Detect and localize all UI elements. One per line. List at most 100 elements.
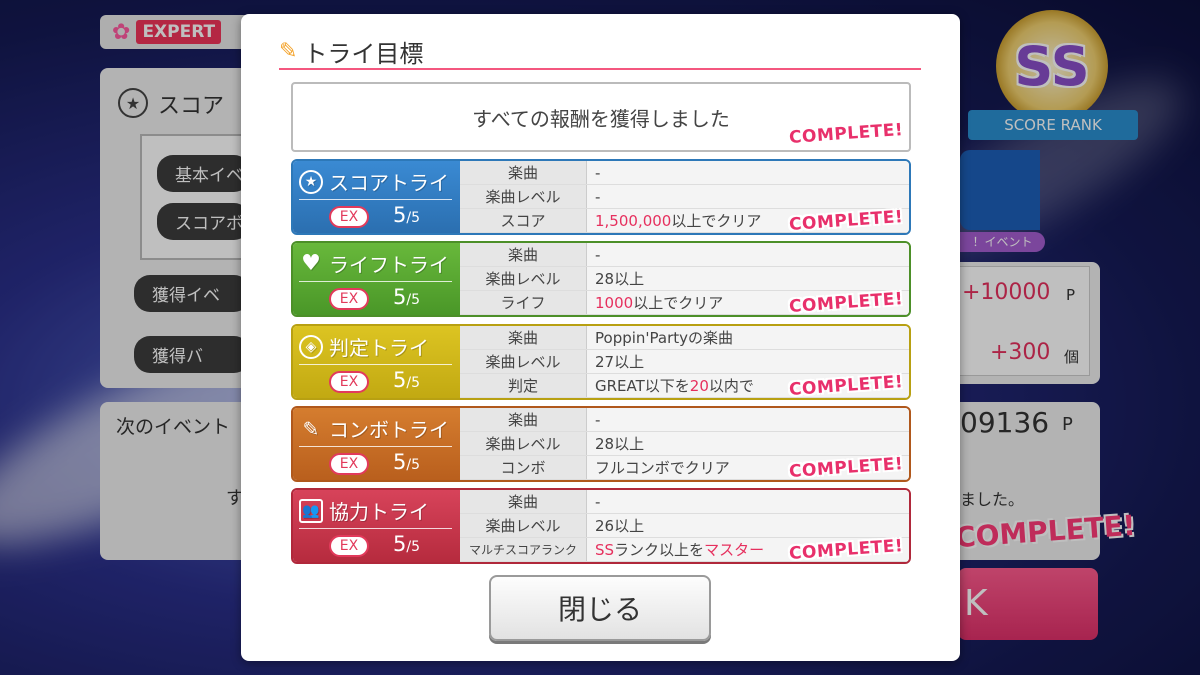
condition-row: 楽曲 -	[460, 161, 909, 185]
condition-value: 26以上	[595, 517, 645, 535]
condition-row: 楽曲 -	[460, 490, 909, 514]
divider	[299, 364, 452, 365]
condition-row: 楽曲 -	[460, 243, 909, 267]
condition-text: 以内で	[708, 377, 754, 395]
progress-count: 5	[393, 532, 407, 556]
try-progress: 5/5	[393, 203, 420, 227]
highlight-value: 1000	[595, 294, 634, 312]
try-name: コンボトライ	[329, 418, 449, 442]
try-goal-dialog: ✎ トライ目標 すべての報酬を獲得しました COMPLETE! ★ スコアトライ …	[241, 14, 960, 661]
condition-row: 楽曲レベル 26以上	[460, 514, 909, 538]
try-name: ライフトライ	[329, 253, 449, 277]
ex-badge: EX	[329, 535, 369, 557]
coop-try-card: 👥 協力トライ EX 5/5 楽曲 - 楽曲レベル 26以上 マルチスコアランク SSラ…	[291, 488, 911, 564]
progress-count: 5	[393, 285, 407, 309]
close-button[interactable]: 閉じる	[489, 575, 711, 641]
all-rewards-text: すべての報酬を獲得しました	[472, 106, 730, 131]
ex-badge: EX	[329, 371, 369, 393]
try-progress: 5/5	[393, 368, 420, 392]
progress-total: /5	[406, 292, 420, 308]
try-conditions: 楽曲 - 楽曲レベル 26以上 マルチスコアランク SSランク以上をマスター COMP…	[460, 490, 909, 562]
condition-key: 楽曲	[460, 161, 587, 184]
highlight-value: SS	[595, 541, 615, 559]
condition-key: 楽曲レベル	[460, 350, 587, 373]
all-rewards-box: すべての報酬を獲得しました COMPLETE!	[291, 82, 911, 152]
condition-text: ランク以上を	[614, 541, 705, 559]
condition-key: 楽曲	[460, 326, 587, 349]
divider	[299, 528, 452, 529]
condition-key: 楽曲レベル	[460, 514, 587, 537]
condition-text: 以上でクリア	[671, 212, 762, 230]
try-card-header: ✎ コンボトライ EX 5/5	[293, 408, 460, 480]
dialog-header: ✎ トライ目標	[279, 34, 921, 70]
progress-total: /5	[406, 375, 420, 391]
condition-text: GREAT以下を	[595, 377, 690, 395]
try-name: 協力トライ	[329, 500, 429, 524]
diamond-target-icon: ◈	[299, 334, 323, 359]
condition-value: -	[595, 246, 601, 264]
judge-try-card: ◈ 判定トライ EX 5/5 楽曲 Poppin'Partyの楽曲 楽曲レベル 27以…	[291, 324, 911, 400]
condition-key: スコア	[460, 209, 587, 232]
condition-key: ライフ	[460, 291, 587, 314]
try-conditions: 楽曲 - 楽曲レベル 28以上 ライフ 1000以上でクリア COMPLETE!	[460, 243, 909, 315]
condition-key: 楽曲	[460, 408, 587, 431]
try-name: 判定トライ	[329, 336, 429, 360]
condition-key: 楽曲レベル	[460, 185, 587, 208]
try-name: スコアトライ	[329, 171, 449, 195]
combo-try-card: ✎ コンボトライ EX 5/5 楽曲 - 楽曲レベル 28以上 コンボ フルコンボでクリ…	[291, 406, 911, 482]
condition-value: -	[595, 493, 601, 511]
try-conditions: 楽曲 - 楽曲レベル - スコア 1,500,000以上でクリア COMPLETE!	[460, 161, 909, 233]
condition-value: 28以上	[595, 435, 645, 453]
try-conditions: 楽曲 - 楽曲レベル 28以上 コンボ フルコンボでクリア COMPLETE!	[460, 408, 909, 480]
condition-row: 楽曲レベル 28以上	[460, 267, 909, 291]
condition-key: 楽曲	[460, 243, 587, 266]
try-card-header: ♥ ライフトライ EX 5/5	[293, 243, 460, 315]
condition-key: 楽曲レベル	[460, 432, 587, 455]
condition-row: 楽曲 Poppin'Partyの楽曲	[460, 326, 909, 350]
try-card-header: 👥 協力トライ EX 5/5	[293, 490, 460, 562]
pen-icon: ✎	[279, 38, 298, 64]
condition-value: Poppin'Partyの楽曲	[595, 329, 734, 347]
ex-badge: EX	[329, 206, 369, 228]
condition-key: 楽曲	[460, 490, 587, 513]
try-progress: 5/5	[393, 450, 420, 474]
divider	[299, 199, 452, 200]
highlight-value: 20	[689, 377, 709, 395]
condition-value: 28以上	[595, 270, 645, 288]
try-progress: 5/5	[393, 532, 420, 556]
condition-row: 楽曲レベル 27以上	[460, 350, 909, 374]
condition-row: 楽曲 -	[460, 408, 909, 432]
condition-key: 楽曲レベル	[460, 267, 587, 290]
condition-value: -	[595, 188, 601, 206]
star-icon: ★	[299, 169, 323, 194]
highlight-value: 1,500,000	[595, 212, 672, 230]
divider	[299, 446, 452, 447]
divider	[299, 281, 452, 282]
score-try-card: ★ スコアトライ EX 5/5 楽曲 - 楽曲レベル - スコア 1,500,000以上…	[291, 159, 911, 235]
dialog-title: トライ目標	[303, 39, 424, 68]
condition-key: コンボ	[460, 456, 587, 479]
progress-total: /5	[406, 457, 420, 473]
try-card-header: ★ スコアトライ EX 5/5	[293, 161, 460, 233]
progress-total: /5	[406, 539, 420, 555]
condition-row: 楽曲レベル -	[460, 185, 909, 209]
progress-total: /5	[406, 210, 420, 226]
try-conditions: 楽曲 Poppin'Partyの楽曲 楽曲レベル 27以上 判定 GREAT以下を20…	[460, 326, 909, 398]
heart-icon: ♥	[301, 251, 321, 276]
ex-badge: EX	[329, 288, 369, 310]
highlight-value: マスター	[704, 541, 765, 559]
life-try-card: ♥ ライフトライ EX 5/5 楽曲 - 楽曲レベル 28以上 ライフ 1000以上でク…	[291, 241, 911, 317]
condition-value: 27以上	[595, 353, 645, 371]
try-progress: 5/5	[393, 285, 420, 309]
condition-row: 楽曲レベル 28以上	[460, 432, 909, 456]
progress-count: 5	[393, 203, 407, 227]
condition-value: -	[595, 411, 601, 429]
condition-key: 判定	[460, 374, 587, 397]
condition-key: マルチスコアランク	[460, 538, 587, 561]
progress-count: 5	[393, 450, 407, 474]
condition-text: 以上でクリア	[633, 294, 724, 312]
complete-stamp: COMPLETE!	[788, 120, 904, 148]
condition-value: -	[595, 164, 601, 182]
progress-count: 5	[393, 368, 407, 392]
try-card-header: ◈ 判定トライ EX 5/5	[293, 326, 460, 398]
